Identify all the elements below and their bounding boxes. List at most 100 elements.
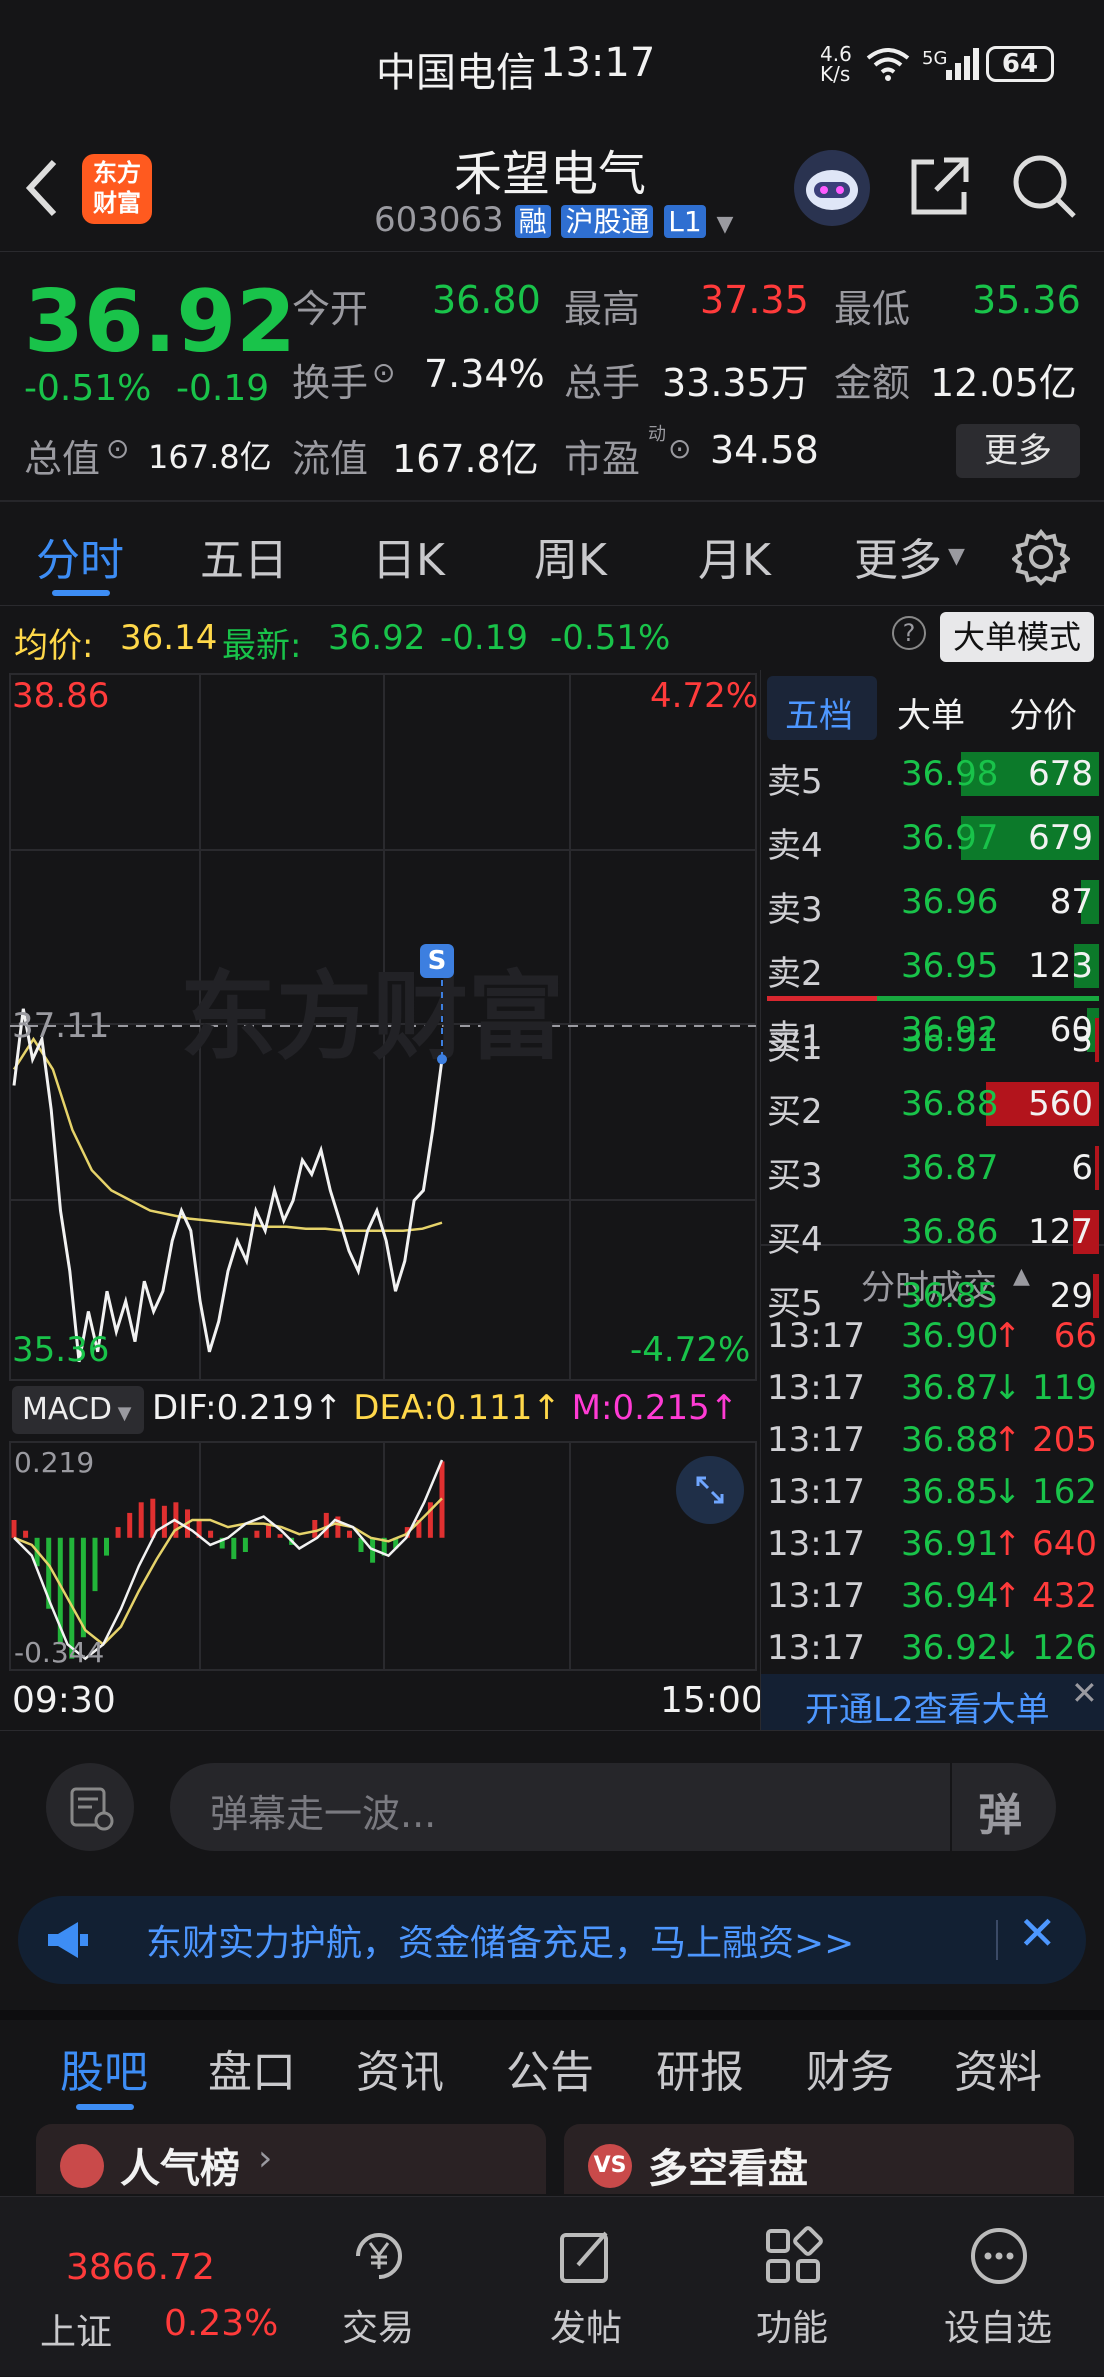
ask-row: 卖3 36.96 87 — [761, 878, 1104, 930]
edit-icon — [556, 2225, 618, 2291]
divider — [996, 1920, 998, 1960]
level-price: 36.96 — [901, 882, 999, 922]
clock: 13:17 — [540, 40, 656, 86]
close-icon[interactable]: ✕ — [1071, 1674, 1098, 1712]
nav-functions-label: 功能 — [755, 2308, 828, 2349]
open-label: 今开 — [292, 287, 369, 331]
nav-trade[interactable]: 交易 — [278, 2197, 478, 2377]
bull-bear-card[interactable]: VS 多空看盘 — [564, 2124, 1074, 2194]
turnover-label: 换手 — [292, 361, 369, 405]
volume-label: 总手 — [564, 361, 641, 405]
tab-guba[interactable]: 股吧 — [60, 2036, 148, 2100]
nav-trade-label: 交易 — [341, 2308, 414, 2349]
tab-profile[interactable]: 资料 — [954, 2036, 1042, 2100]
gear-icon[interactable] — [1010, 528, 1072, 590]
search-icon[interactable] — [1010, 152, 1078, 224]
nav-functions[interactable]: 功能 — [692, 2197, 892, 2377]
tab-research[interactable]: 研报 — [656, 2036, 744, 2100]
index-ticker[interactable]: 3866.72 上证 0.23% — [0, 2197, 300, 2377]
trade-direction: ↓ — [993, 1472, 1022, 1512]
popularity-card[interactable]: 人气榜 › — [36, 2124, 546, 2194]
nav-add-watchlist[interactable]: 设自选 — [898, 2197, 1098, 2377]
tab-pankou[interactable]: 盘口 — [208, 2036, 296, 2100]
chevron-right-icon: › — [258, 2138, 273, 2179]
mktcap-label: 总值 — [24, 437, 101, 481]
nav-post[interactable]: 发帖 — [486, 2197, 686, 2377]
megaphone-icon — [44, 1916, 92, 1968]
level-label: 买1 — [767, 1028, 823, 1068]
sell-signal-marker[interactable]: S — [420, 944, 454, 978]
help-icon[interactable]: ? — [892, 616, 926, 650]
chevron-down-icon[interactable]: ▼ — [717, 212, 734, 237]
pct-min-label: -4.72% — [630, 1330, 751, 1370]
trade-price: 36.94 — [901, 1576, 999, 1616]
level-label: 买2 — [767, 1092, 823, 1132]
tab-monthly-k[interactable]: 月K — [698, 524, 771, 588]
info-icon[interactable]: ⊙ — [372, 356, 395, 389]
volume-bar — [1095, 1146, 1099, 1190]
order-book: 五档 大单 分价 分时成交 ▲ 开通L2查看大单 ✕ 卖5 36.98 678 卖4 3… — [760, 670, 1104, 1730]
tab-intraday[interactable]: 分时 — [36, 524, 124, 588]
back-icon[interactable] — [22, 156, 62, 224]
trade-row: 13:17 36.92 ↓ 126 — [761, 1624, 1104, 1676]
intraday-chart[interactable]: 东方财富 38.86 4.72% 37.11 35.36 -4.72% S MA… — [0, 670, 764, 1730]
level-volume: 560 — [1028, 1084, 1093, 1124]
tab-daily-k[interactable]: 日K — [372, 524, 445, 588]
stock-header: 东方 财富 禾望电气 603063 融 沪股通 L1 ▼ — [0, 130, 1104, 252]
level-price: 36.86 — [901, 1212, 999, 1252]
level-price: 36.91 — [901, 1020, 999, 1060]
more-button[interactable]: 更多 — [956, 424, 1080, 478]
pe-value: 34.58 — [710, 428, 819, 472]
y-min-label: 35.36 — [12, 1330, 110, 1370]
pct-max-label: 4.72% — [650, 676, 759, 716]
feature-cards: 人气榜 › VS 多空看盘 — [0, 2114, 1104, 2194]
big-order-mode-button[interactable]: 大单模式 — [940, 612, 1094, 662]
promo-banner[interactable]: 东财实力护航，资金储备充足，马上融资>> ✕ — [18, 1896, 1086, 1984]
tab-big-order[interactable]: 大单 — [897, 688, 965, 737]
trade-volume: 205 — [1032, 1420, 1097, 1460]
danmu-input[interactable]: 弹幕走一波... 弹 — [170, 1763, 1056, 1851]
level-volume: 123 — [1028, 946, 1093, 986]
active-tab-indicator — [76, 2104, 134, 2110]
tab-five-levels[interactable]: 五档 — [785, 688, 853, 737]
trade-volume: 66 — [1053, 1316, 1097, 1356]
tab-news[interactable]: 资讯 — [356, 2036, 444, 2100]
share-icon[interactable] — [908, 154, 972, 222]
tab-finance[interactable]: 财务 — [806, 2036, 894, 2100]
trade-time: 13:17 — [767, 1524, 865, 1564]
trade-time: 13:17 — [767, 1316, 865, 1356]
eastmoney-logo: 东方 财富 — [82, 154, 152, 224]
level-price: 36.97 — [901, 818, 999, 858]
danmu-settings-icon[interactable] — [46, 1763, 134, 1851]
close-icon[interactable]: ✕ — [1018, 1906, 1057, 1960]
low-value: 35.36 — [972, 278, 1081, 322]
tab-five-day[interactable]: 五日 — [200, 524, 288, 588]
float-label: 流值 — [292, 437, 369, 481]
tab-weekly-k[interactable]: 周K — [534, 524, 607, 588]
vs-icon: VS — [588, 2144, 632, 2188]
tab-announcements[interactable]: 公告 — [506, 2036, 594, 2100]
info-icon[interactable]: ⊙ — [668, 432, 691, 465]
robot-assistant-icon[interactable] — [794, 150, 870, 226]
trade-price: 36.85 — [901, 1472, 999, 1512]
l2-promo-text: 开通L2查看大单 — [805, 1690, 1050, 1730]
l2-promo-bar[interactable]: 开通L2查看大单 ✕ — [761, 1674, 1104, 1730]
stock-code-row: 603063 融 沪股通 L1 ▼ — [374, 200, 733, 244]
tab-more[interactable]: 更多 — [854, 524, 942, 588]
tab-price-dist[interactable]: 分价 — [1009, 688, 1077, 737]
caret-down-icon: ▼ — [948, 544, 965, 569]
level-label: 卖2 — [767, 954, 823, 994]
indicator-select[interactable]: MACD ▼ — [12, 1386, 144, 1434]
volume-bar — [1095, 1018, 1099, 1062]
x-start-label: 09:30 — [12, 1680, 116, 1721]
ask-row: 卖5 36.98 678 — [761, 750, 1104, 802]
expand-icon[interactable] — [676, 1456, 744, 1524]
latest-price-dot — [437, 1054, 447, 1065]
danmu-send-button[interactable]: 弹 — [978, 1779, 1022, 1843]
active-tab-indicator — [52, 590, 110, 596]
level-price: 36.88 — [901, 1084, 999, 1124]
trade-direction: ↑ — [993, 1576, 1022, 1616]
info-icon[interactable]: ⊙ — [106, 432, 129, 465]
level-volume: 127 — [1028, 1212, 1093, 1252]
bid-row: 买4 36.86 127 — [761, 1208, 1104, 1260]
